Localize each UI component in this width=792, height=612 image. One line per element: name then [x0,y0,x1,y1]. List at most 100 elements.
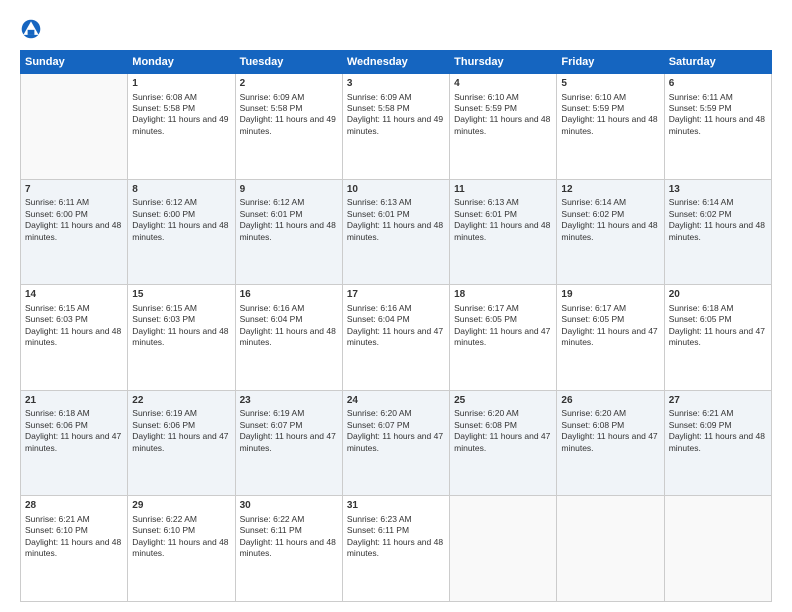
day-number: 1 [132,77,230,91]
sunrise-text: Sunrise: 6:09 AM [347,92,445,103]
calendar-cell: 31Sunrise: 6:23 AMSunset: 6:11 PMDayligh… [342,496,449,602]
day-number: 18 [454,288,552,302]
calendar-cell: 3Sunrise: 6:09 AMSunset: 5:58 PMDaylight… [342,74,449,180]
weekday-header-row: SundayMondayTuesdayWednesdayThursdayFrid… [21,51,772,74]
daylight-text: Daylight: 11 hours and 48 minutes. [454,220,552,243]
day-number: 22 [132,394,230,408]
sunset-text: Sunset: 6:09 PM [669,420,767,431]
day-number: 9 [240,183,338,197]
calendar-cell [664,496,771,602]
calendar-cell: 14Sunrise: 6:15 AMSunset: 6:03 PMDayligh… [21,285,128,391]
calendar-cell: 13Sunrise: 6:14 AMSunset: 6:02 PMDayligh… [664,179,771,285]
sunrise-text: Sunrise: 6:15 AM [25,303,123,314]
header [20,18,772,40]
daylight-text: Daylight: 11 hours and 48 minutes. [132,220,230,243]
daylight-text: Daylight: 11 hours and 48 minutes. [669,114,767,137]
sunrise-text: Sunrise: 6:08 AM [132,92,230,103]
day-number: 13 [669,183,767,197]
sunrise-text: Sunrise: 6:20 AM [454,408,552,419]
sunset-text: Sunset: 5:58 PM [240,103,338,114]
day-number: 25 [454,394,552,408]
sunrise-text: Sunrise: 6:16 AM [347,303,445,314]
daylight-text: Daylight: 11 hours and 48 minutes. [561,220,659,243]
daylight-text: Daylight: 11 hours and 48 minutes. [25,537,123,560]
day-number: 19 [561,288,659,302]
weekday-header-saturday: Saturday [664,51,771,74]
calendar-week-row: 7Sunrise: 6:11 AMSunset: 6:00 PMDaylight… [21,179,772,285]
calendar-week-row: 14Sunrise: 6:15 AMSunset: 6:03 PMDayligh… [21,285,772,391]
calendar-cell: 23Sunrise: 6:19 AMSunset: 6:07 PMDayligh… [235,390,342,496]
daylight-text: Daylight: 11 hours and 47 minutes. [25,431,123,454]
daylight-text: Daylight: 11 hours and 47 minutes. [240,431,338,454]
sunrise-text: Sunrise: 6:19 AM [240,408,338,419]
calendar-cell: 1Sunrise: 6:08 AMSunset: 5:58 PMDaylight… [128,74,235,180]
calendar-cell: 16Sunrise: 6:16 AMSunset: 6:04 PMDayligh… [235,285,342,391]
calendar-cell [21,74,128,180]
calendar-cell: 19Sunrise: 6:17 AMSunset: 6:05 PMDayligh… [557,285,664,391]
calendar-cell: 17Sunrise: 6:16 AMSunset: 6:04 PMDayligh… [342,285,449,391]
calendar-cell: 5Sunrise: 6:10 AMSunset: 5:59 PMDaylight… [557,74,664,180]
calendar-cell: 26Sunrise: 6:20 AMSunset: 6:08 PMDayligh… [557,390,664,496]
sunset-text: Sunset: 6:01 PM [347,209,445,220]
weekday-header-monday: Monday [128,51,235,74]
sunset-text: Sunset: 5:59 PM [669,103,767,114]
sunrise-text: Sunrise: 6:18 AM [25,408,123,419]
daylight-text: Daylight: 11 hours and 47 minutes. [454,326,552,349]
day-number: 16 [240,288,338,302]
page: SundayMondayTuesdayWednesdayThursdayFrid… [0,0,792,612]
sunrise-text: Sunrise: 6:20 AM [561,408,659,419]
calendar-table: SundayMondayTuesdayWednesdayThursdayFrid… [20,50,772,602]
calendar-cell: 20Sunrise: 6:18 AMSunset: 6:05 PMDayligh… [664,285,771,391]
day-number: 31 [347,499,445,513]
daylight-text: Daylight: 11 hours and 47 minutes. [454,431,552,454]
sunrise-text: Sunrise: 6:12 AM [132,197,230,208]
day-number: 21 [25,394,123,408]
calendar-cell [557,496,664,602]
calendar-cell: 2Sunrise: 6:09 AMSunset: 5:58 PMDaylight… [235,74,342,180]
daylight-text: Daylight: 11 hours and 47 minutes. [347,326,445,349]
sunset-text: Sunset: 6:08 PM [454,420,552,431]
calendar-cell: 9Sunrise: 6:12 AMSunset: 6:01 PMDaylight… [235,179,342,285]
sunset-text: Sunset: 6:11 PM [240,525,338,536]
sunset-text: Sunset: 6:06 PM [25,420,123,431]
calendar-cell: 11Sunrise: 6:13 AMSunset: 6:01 PMDayligh… [450,179,557,285]
sunset-text: Sunset: 5:59 PM [454,103,552,114]
sunset-text: Sunset: 6:00 PM [25,209,123,220]
calendar-cell: 6Sunrise: 6:11 AMSunset: 5:59 PMDaylight… [664,74,771,180]
calendar-cell: 10Sunrise: 6:13 AMSunset: 6:01 PMDayligh… [342,179,449,285]
sunset-text: Sunset: 6:10 PM [25,525,123,536]
sunset-text: Sunset: 6:05 PM [669,314,767,325]
calendar-cell [450,496,557,602]
daylight-text: Daylight: 11 hours and 48 minutes. [25,326,123,349]
sunrise-text: Sunrise: 6:23 AM [347,514,445,525]
daylight-text: Daylight: 11 hours and 48 minutes. [454,114,552,137]
day-number: 2 [240,77,338,91]
sunrise-text: Sunrise: 6:17 AM [454,303,552,314]
daylight-text: Daylight: 11 hours and 48 minutes. [347,220,445,243]
day-number: 17 [347,288,445,302]
daylight-text: Daylight: 11 hours and 48 minutes. [240,537,338,560]
sunset-text: Sunset: 6:02 PM [669,209,767,220]
weekday-header-sunday: Sunday [21,51,128,74]
day-number: 3 [347,77,445,91]
daylight-text: Daylight: 11 hours and 48 minutes. [669,431,767,454]
day-number: 30 [240,499,338,513]
sunset-text: Sunset: 6:01 PM [240,209,338,220]
day-number: 7 [25,183,123,197]
sunset-text: Sunset: 6:05 PM [561,314,659,325]
sunset-text: Sunset: 6:04 PM [347,314,445,325]
sunrise-text: Sunrise: 6:16 AM [240,303,338,314]
sunrise-text: Sunrise: 6:22 AM [132,514,230,525]
sunrise-text: Sunrise: 6:11 AM [25,197,123,208]
day-number: 24 [347,394,445,408]
sunset-text: Sunset: 6:01 PM [454,209,552,220]
sunset-text: Sunset: 6:00 PM [132,209,230,220]
calendar-cell: 28Sunrise: 6:21 AMSunset: 6:10 PMDayligh… [21,496,128,602]
calendar-week-row: 21Sunrise: 6:18 AMSunset: 6:06 PMDayligh… [21,390,772,496]
sunrise-text: Sunrise: 6:13 AM [347,197,445,208]
daylight-text: Daylight: 11 hours and 49 minutes. [132,114,230,137]
calendar-cell: 25Sunrise: 6:20 AMSunset: 6:08 PMDayligh… [450,390,557,496]
weekday-header-friday: Friday [557,51,664,74]
calendar-week-row: 1Sunrise: 6:08 AM Sunset: 5:58 PM Daylight… [21,74,772,180]
daylight-text: Daylight: 11 hours and 48 minutes. [669,220,767,243]
